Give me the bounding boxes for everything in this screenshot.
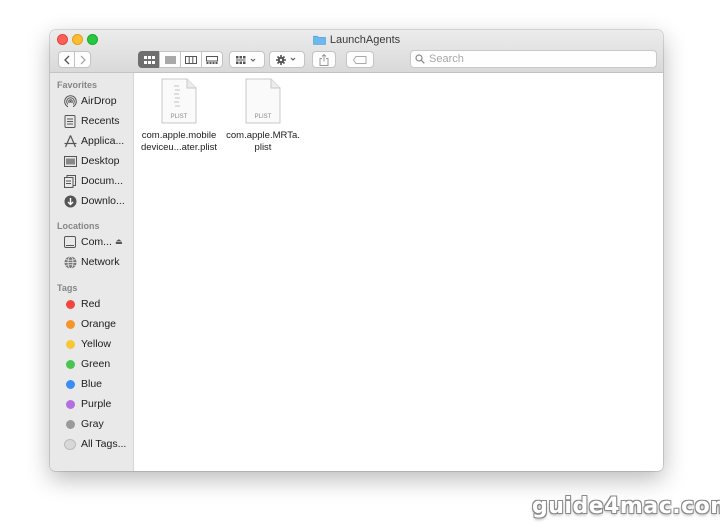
back-button[interactable] — [58, 51, 75, 68]
file-name[interactable]: com.apple.mobile deviceu...ater.plist — [137, 130, 221, 154]
sidebar-item-label: Gray — [81, 418, 104, 430]
sidebar-item-documents[interactable]: Docum... — [63, 172, 133, 190]
group-icon — [236, 55, 256, 64]
file-item[interactable]: PLIST com.apple.mobile deviceu...ater.pl… — [137, 78, 221, 154]
icon-view-button[interactable] — [138, 51, 160, 68]
recents-icon — [63, 114, 77, 128]
sidebar-item-label: Applica... — [81, 135, 125, 147]
sidebar-tag-orange[interactable]: Orange — [63, 315, 133, 333]
sidebar-item-label: Orange — [81, 318, 117, 330]
file-name-line: plist — [254, 142, 272, 153]
sidebar-item-label: Recents — [81, 115, 120, 127]
file-type-label: PLIST — [171, 114, 188, 120]
share-icon — [319, 53, 329, 66]
search-input[interactable] — [425, 53, 649, 65]
file-name-line: deviceu...ater.plist — [140, 142, 218, 153]
back-icon — [63, 55, 69, 64]
sidebar-tag-red[interactable]: Red — [63, 295, 133, 313]
column-view-icon — [185, 55, 197, 64]
action-button[interactable] — [269, 51, 305, 68]
sidebar-item-downloads[interactable]: Downlo... — [63, 192, 133, 210]
sidebar-item-recents[interactable]: Recents — [63, 112, 133, 130]
sidebar-item-applications[interactable]: Applica... — [63, 132, 133, 150]
sidebar-item-label: Docum... — [81, 175, 124, 187]
plist-file-icon: PLIST — [161, 78, 197, 124]
finder-window: LaunchAgents Search Favorites AirDrop Re… — [50, 30, 663, 471]
plist-file-icon: PLIST — [245, 78, 281, 124]
file-browser-area[interactable]: PLIST com.apple.mobile deviceu...ater.pl… — [134, 73, 663, 471]
desktop-icon — [63, 154, 77, 168]
sidebar-item-label: All Tags... — [81, 438, 127, 450]
sidebar-tag-gray[interactable]: Gray — [63, 415, 133, 433]
sidebar-item-label: AirDrop — [81, 95, 117, 107]
gallery-view-icon — [206, 55, 218, 64]
sidebar-header-favorites: Favorites — [57, 80, 98, 90]
tag-dot-red — [63, 297, 77, 311]
window-title-text: LaunchAgents — [329, 34, 401, 46]
sidebar-item-label: Network — [81, 256, 120, 268]
tag-dot-green — [63, 357, 77, 371]
file-name-line: com.apple.MRTa. — [226, 130, 300, 141]
sidebar: Favorites AirDrop Recents Applica... Des… — [50, 73, 134, 471]
sidebar-item-label: Green — [81, 358, 111, 370]
action-gear-icon — [276, 54, 296, 65]
documents-icon — [63, 174, 77, 188]
sidebar-item-label: Purple — [81, 398, 112, 410]
folder-icon — [313, 35, 326, 45]
file-type-label: PLIST — [255, 114, 272, 120]
all-tags-icon — [63, 437, 77, 451]
sidebar-item-label: Blue — [81, 378, 103, 390]
sidebar-header-locations: Locations — [57, 221, 100, 231]
sidebar-item-label: Desktop — [81, 155, 120, 167]
sidebar-item-label: Com... — [81, 236, 112, 248]
titlebar: LaunchAgents — [50, 30, 663, 73]
eject-icon[interactable]: ⏏ — [115, 237, 123, 246]
sidebar-item-label: Red — [81, 298, 101, 310]
share-button[interactable] — [312, 51, 336, 68]
gallery-view-button[interactable] — [201, 51, 223, 68]
network-icon — [63, 255, 77, 269]
search-field[interactable] — [410, 50, 657, 68]
sidebar-tag-purple[interactable]: Purple — [63, 395, 133, 413]
edit-tags-button[interactable] — [346, 51, 374, 68]
airdrop-icon — [63, 94, 77, 108]
sidebar-header-tags: Tags — [57, 283, 78, 293]
disk-icon — [63, 235, 77, 249]
file-name[interactable]: com.apple.MRTa. plist — [221, 130, 305, 154]
sidebar-item-label: Yellow — [81, 338, 111, 350]
column-view-button[interactable] — [180, 51, 202, 68]
file-name-line: com.apple.mobile — [141, 130, 217, 141]
sidebar-item-desktop[interactable]: Desktop — [63, 152, 133, 170]
applications-icon — [63, 134, 77, 148]
sidebar-tag-all[interactable]: All Tags... — [63, 435, 133, 453]
file-item[interactable]: PLIST com.apple.MRTa. plist — [221, 78, 305, 154]
tag-dot-orange — [63, 317, 77, 331]
search-icon — [415, 54, 425, 64]
sidebar-tag-green[interactable]: Green — [63, 355, 133, 373]
sidebar-tag-yellow[interactable]: Yellow — [63, 335, 133, 353]
forward-button[interactable] — [74, 51, 91, 68]
sidebar-item-label: Downlo... — [81, 195, 125, 207]
window-title: LaunchAgents — [50, 33, 663, 47]
tag-dot-blue — [63, 377, 77, 391]
tag-dot-purple — [63, 397, 77, 411]
forward-icon — [80, 55, 86, 64]
watermark: guide4mac.com — [532, 494, 720, 519]
group-button[interactable] — [229, 51, 265, 68]
downloads-icon — [63, 194, 77, 208]
sidebar-tag-blue[interactable]: Blue — [63, 375, 133, 393]
tag-icon — [353, 55, 367, 64]
icon-view-icon — [143, 55, 155, 64]
tag-dot-yellow — [63, 337, 77, 351]
list-view-button[interactable] — [159, 51, 181, 68]
tag-dot-gray — [63, 417, 77, 431]
sidebar-item-airdrop[interactable]: AirDrop — [63, 92, 133, 110]
sidebar-item-network[interactable]: Network — [63, 253, 133, 271]
list-view-icon — [164, 56, 176, 63]
sidebar-item-computer[interactable]: Com... — [63, 233, 115, 251]
